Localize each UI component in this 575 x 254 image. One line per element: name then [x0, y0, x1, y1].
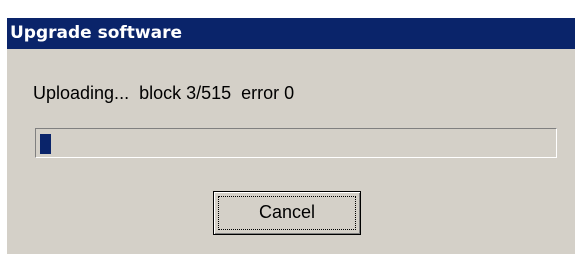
window-title: Upgrade software	[10, 23, 183, 43]
upload-status-text: Uploading... block 3/515 error 0	[33, 83, 295, 103]
upgrade-software-dialog: Upgrade software Uploading... block 3/51…	[6, 17, 575, 254]
progress-fill	[40, 134, 51, 154]
title-bar[interactable]: Upgrade software	[7, 18, 575, 49]
cancel-button-label: Cancel	[258, 202, 316, 222]
cancel-button[interactable]: Cancel	[213, 191, 361, 235]
upload-progress-bar	[35, 128, 557, 158]
